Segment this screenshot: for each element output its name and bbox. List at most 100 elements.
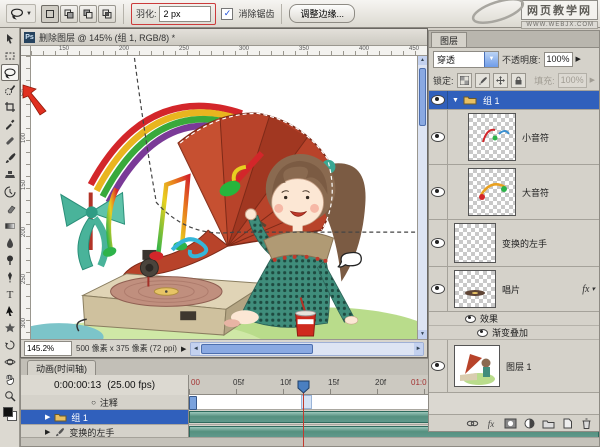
refine-edge-button[interactable]: 调整边缘...	[289, 4, 355, 23]
document-titlebar[interactable]: Ps 删除图层 @ 145% (组 1, RGB/8) *	[21, 29, 427, 46]
eyedropper-tool-button[interactable]	[1, 115, 19, 132]
visibility-eye-icon[interactable]	[431, 95, 445, 105]
layer-row-dayinfu[interactable]: 大音符	[429, 165, 599, 220]
opacity-value[interactable]: 100%	[544, 52, 573, 67]
fill-slider-arrow[interactable]: ▶	[590, 77, 595, 84]
add-mask-icon[interactable]	[504, 418, 517, 429]
group-folder-icon	[54, 413, 67, 422]
effects-row[interactable]: 效果	[429, 312, 599, 326]
selection-mode-subtract-button[interactable]	[79, 5, 97, 23]
tab-layers[interactable]: 图层	[431, 32, 467, 47]
layer-thumbnail[interactable]	[454, 223, 496, 263]
feather-input[interactable]	[159, 6, 211, 22]
opacity-label: 不透明度:	[502, 53, 541, 66]
zoom-level-input[interactable]	[24, 341, 72, 356]
blend-mode-select[interactable]: 穿透 ▼	[433, 51, 499, 68]
history-brush-tool-button[interactable]	[1, 183, 19, 200]
ruler-label: 400	[359, 46, 369, 52]
gradient-overlay-row[interactable]: 渐变叠加	[429, 326, 599, 340]
new-layer-icon[interactable]	[561, 418, 574, 429]
tab-animation-timeline[interactable]: 动画(时间轴)	[27, 360, 96, 376]
ruler-label: 50	[21, 89, 27, 96]
foreground-color-swatch[interactable]	[3, 407, 13, 417]
track-disclosure-triangle[interactable]: ▶	[45, 429, 50, 436]
status-flyout-arrow[interactable]: ▶	[181, 345, 186, 353]
visibility-eye-icon[interactable]	[431, 238, 445, 248]
lock-all-button[interactable]	[511, 73, 526, 88]
move-tool-button[interactable]	[1, 30, 19, 47]
layer-style-icon[interactable]: fx	[485, 418, 498, 429]
layer-row-left-hand[interactable]: 变换的左手	[429, 220, 599, 267]
timeline-playhead[interactable]	[297, 380, 310, 394]
visibility-eye-icon[interactable]	[465, 315, 476, 323]
layer-fx-badge[interactable]: fx▾	[582, 284, 595, 295]
type-tool-button[interactable]: T	[1, 285, 19, 302]
3d-orbit-tool-button[interactable]	[1, 353, 19, 370]
blur-tool-button[interactable]	[1, 234, 19, 251]
scroll-down-arrow[interactable]: ▼	[418, 330, 427, 339]
visibility-eye-icon[interactable]	[431, 284, 445, 294]
layer-thumbnail[interactable]	[454, 270, 496, 308]
comments-track-label[interactable]: ○ 注释	[21, 395, 189, 410]
lock-position-button[interactable]	[493, 73, 508, 88]
lock-pixels-button[interactable]	[475, 73, 490, 88]
layer-row-record[interactable]: 唱片 fx▾	[429, 267, 599, 312]
visibility-eye-icon[interactable]	[431, 187, 445, 197]
layer-row-layer-1[interactable]: 图层 1	[429, 340, 599, 393]
delete-layer-icon[interactable]	[580, 418, 593, 429]
new-group-icon[interactable]	[542, 418, 555, 429]
marquee-tool-button[interactable]	[1, 47, 19, 64]
selection-mode-intersect-button[interactable]	[98, 5, 116, 23]
custom-shape-tool-button[interactable]	[1, 319, 19, 336]
layer-row-xiaoyinfu[interactable]: 小音符	[429, 110, 599, 165]
visibility-eye-icon[interactable]	[431, 132, 445, 142]
scroll-right-arrow[interactable]: ►	[414, 343, 423, 355]
vertical-scrollbar[interactable]: ▲ ▼	[417, 56, 427, 339]
visibility-eye-icon[interactable]	[431, 361, 445, 371]
zoom-tool-button[interactable]	[1, 387, 19, 404]
pen-tool-button[interactable]	[1, 268, 19, 285]
custom-shape-icon	[4, 322, 16, 334]
group-disclosure-triangle[interactable]: ▼	[452, 97, 459, 104]
3d-rotate-tool-button[interactable]	[1, 336, 19, 353]
track-disclosure-triangle[interactable]: ▶	[45, 414, 50, 421]
quick-selection-tool-button[interactable]	[1, 81, 19, 98]
horizontal-scrollbar[interactable]: ◄ ►	[190, 342, 424, 356]
document-size-info: 500 像素 x 375 像素 (72 ppi)	[76, 343, 177, 354]
brush-tool-button[interactable]	[1, 149, 19, 166]
healing-brush-tool-button[interactable]	[1, 132, 19, 149]
layers-empty-area	[429, 393, 599, 415]
gradient-tool-button[interactable]	[1, 217, 19, 234]
antialias-checkbox[interactable]: ✓	[221, 8, 233, 20]
layer-thumbnail[interactable]	[454, 345, 500, 387]
opacity-slider-arrow[interactable]: ▶	[576, 56, 581, 63]
clone-stamp-tool-button[interactable]	[1, 166, 19, 183]
layer-thumbnail[interactable]	[468, 168, 516, 216]
layer-thumbnail[interactable]	[468, 113, 516, 161]
ruler-time-label: 05f	[233, 378, 244, 387]
scroll-left-arrow[interactable]: ◄	[191, 343, 200, 355]
vertical-scroll-thumb[interactable]	[419, 68, 426, 126]
path-selection-tool-button[interactable]	[1, 302, 19, 319]
eraser-tool-button[interactable]	[1, 200, 19, 217]
work-area-start-marker[interactable]	[189, 396, 197, 410]
dodge-tool-button[interactable]	[1, 251, 19, 268]
fill-value[interactable]: 100%	[558, 73, 587, 88]
color-swatches[interactable]	[3, 407, 17, 421]
adjustment-layer-icon[interactable]	[523, 418, 536, 429]
hand-tool-button[interactable]	[1, 370, 19, 387]
fx-collapse-arrow[interactable]: ▾	[591, 286, 595, 293]
link-layers-icon[interactable]	[466, 418, 479, 429]
lock-transparency-button[interactable]	[457, 73, 472, 88]
selection-mode-add-button[interactable]	[60, 5, 78, 23]
tool-preset-picker[interactable]: ▼	[6, 4, 36, 23]
scroll-up-arrow[interactable]: ▲	[418, 56, 427, 65]
crop-tool-button[interactable]	[1, 98, 19, 115]
group-1-track-label[interactable]: ▶ 组 1	[21, 410, 189, 425]
visibility-eye-icon[interactable]	[477, 329, 488, 337]
layer-row-group-1[interactable]: ▼ 组 1	[429, 91, 599, 110]
selection-mode-new-button[interactable]	[41, 5, 59, 23]
horizontal-scroll-thumb[interactable]	[201, 344, 313, 354]
lasso-tool-button[interactable]	[1, 64, 19, 81]
document-canvas[interactable]	[31, 56, 417, 339]
